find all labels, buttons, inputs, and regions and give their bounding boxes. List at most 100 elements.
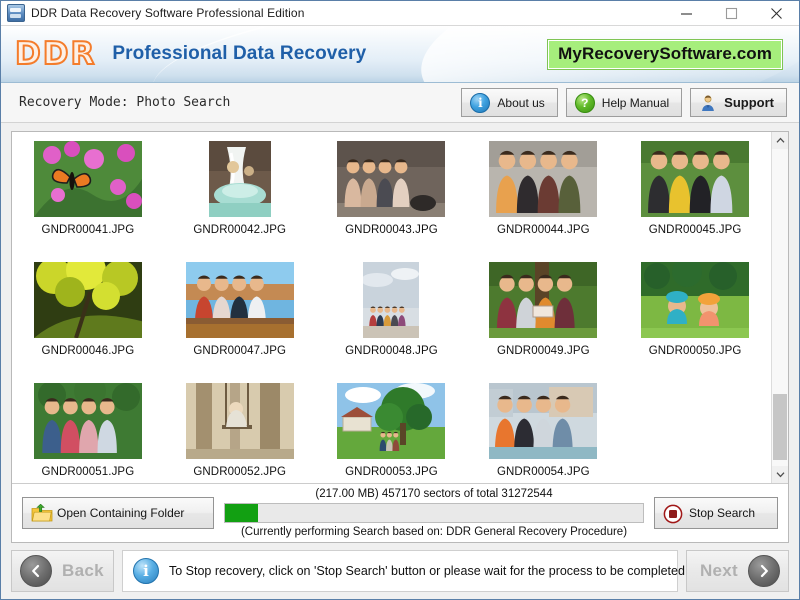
stop-record-icon: [663, 504, 681, 522]
file-thumbnail[interactable]: [336, 382, 446, 460]
file-thumbnail[interactable]: [488, 140, 598, 218]
file-name-label: GNDR00044.JPG: [497, 224, 590, 236]
status-message-box: i To Stop recovery, click on 'Stop Searc…: [122, 550, 678, 592]
file-item[interactable]: GNDR00042.JPG: [164, 136, 316, 257]
help-manual-label: Help Manual: [602, 96, 669, 110]
file-thumbnail[interactable]: [336, 261, 446, 339]
maximize-button[interactable]: [709, 1, 754, 26]
current-procedure-text: (Currently performing Search based on: D…: [241, 526, 627, 538]
file-name-label: GNDR00045.JPG: [649, 224, 742, 236]
file-name-label: GNDR00053.JPG: [345, 466, 438, 478]
wizard-footer: Back i To Stop recovery, click on 'Stop …: [1, 543, 799, 599]
status-message: To Stop recovery, click on 'Stop Search'…: [169, 564, 688, 578]
file-grid-wrapper: GNDR00041.JPG GNDR00042.JPG GNDR00043.JP…: [12, 132, 788, 484]
file-name-label: GNDR00050.JPG: [649, 345, 742, 357]
scroll-thumb[interactable]: [773, 394, 787, 460]
sectors-progress-text: (217.00 MB) 457170 sectors of total 3127…: [315, 488, 552, 500]
file-item[interactable]: GNDR00043.JPG: [316, 136, 468, 257]
ddr-app-icon: [7, 4, 25, 22]
file-name-label: GNDR00054.JPG: [497, 466, 590, 478]
vertical-scrollbar[interactable]: [771, 132, 788, 483]
recovery-mode-bar: Recovery Mode: Photo Search i About us ?…: [1, 83, 799, 123]
file-name-label: GNDR00049.JPG: [497, 345, 590, 357]
question-icon: ?: [575, 93, 595, 113]
file-item[interactable]: GNDR00045.JPG: [619, 136, 771, 257]
file-thumbnail[interactable]: [185, 261, 295, 339]
file-name-label: GNDR00052.JPG: [193, 466, 286, 478]
file-item[interactable]: GNDR00041.JPG: [12, 136, 164, 257]
scroll-up-button[interactable]: [772, 132, 788, 149]
file-item[interactable]: GNDR00049.JPG: [467, 257, 619, 378]
file-item[interactable]: GNDR00047.JPG: [164, 257, 316, 378]
folder-up-icon: [31, 504, 49, 522]
ddr-logo: DDR: [15, 39, 96, 70]
file-item[interactable]: GNDR00048.JPG: [316, 257, 468, 378]
file-item[interactable]: GNDR00051.JPG: [12, 378, 164, 483]
title-bar: DDR Data Recovery Software Professional …: [1, 1, 799, 26]
file-thumbnail[interactable]: [185, 140, 295, 218]
file-name-label: GNDR00051.JPG: [42, 466, 135, 478]
file-thumbnail[interactable]: [33, 261, 143, 339]
window-controls: [664, 1, 799, 26]
chevron-right-circle-icon: [748, 555, 780, 587]
info-icon: i: [133, 558, 159, 584]
open-containing-folder-label: Open Containing Folder: [57, 506, 184, 520]
status-strip: Open Containing Folder (217.00 MB) 45717…: [12, 484, 788, 542]
file-thumbnail[interactable]: [640, 140, 750, 218]
about-us-label: About us: [497, 96, 544, 110]
support-label: Support: [724, 95, 774, 110]
file-name-label: GNDR00041.JPG: [42, 224, 135, 236]
stop-search-button[interactable]: Stop Search: [654, 497, 778, 529]
next-label: Next: [700, 561, 738, 581]
stop-search-label: Stop Search: [689, 506, 755, 520]
file-item[interactable]: GNDR00054.JPG: [467, 378, 619, 483]
support-button[interactable]: Support: [690, 88, 787, 117]
file-item[interactable]: GNDR00046.JPG: [12, 257, 164, 378]
minimize-button[interactable]: [664, 1, 709, 26]
scroll-down-button[interactable]: [772, 466, 788, 483]
file-item[interactable]: GNDR00053.JPG: [316, 378, 468, 483]
back-button[interactable]: Back: [11, 550, 114, 592]
next-button[interactable]: Next: [686, 550, 789, 592]
file-name-label: GNDR00047.JPG: [193, 345, 286, 357]
file-thumbnail[interactable]: [640, 261, 750, 339]
person-support-icon: [699, 94, 717, 112]
info-icon: i: [470, 93, 490, 113]
about-us-button[interactable]: i About us: [461, 88, 557, 117]
brand-banner: DDR Professional Data Recovery MyRecover…: [1, 26, 799, 83]
file-thumbnail[interactable]: [488, 382, 598, 460]
search-progress-fill: [225, 504, 258, 522]
file-item[interactable]: GNDR00044.JPG: [467, 136, 619, 257]
chevron-left-circle-icon: [20, 555, 52, 587]
file-thumbnail[interactable]: [185, 382, 295, 460]
window-title: DDR Data Recovery Software Professional …: [31, 6, 304, 20]
toolbar-buttons: i About us ? Help Manual Support: [461, 88, 787, 117]
chevron-down-icon: [776, 471, 785, 478]
close-button[interactable]: [754, 1, 799, 26]
maximize-icon: [725, 7, 738, 20]
file-thumbnail[interactable]: [33, 382, 143, 460]
open-containing-folder-button[interactable]: Open Containing Folder: [22, 497, 214, 529]
file-thumbnail[interactable]: [336, 140, 446, 218]
recovery-mode-label: Recovery Mode: Photo Search: [19, 95, 230, 110]
website-badge[interactable]: MyRecoverySoftware.com: [547, 39, 783, 70]
file-name-label: GNDR00048.JPG: [345, 345, 438, 357]
app-window: DDR Data Recovery Software Professional …: [0, 0, 800, 600]
brand-tagline: Professional Data Recovery: [112, 43, 366, 65]
back-label: Back: [62, 561, 104, 581]
scroll-track[interactable]: [772, 149, 788, 466]
file-item[interactable]: GNDR00050.JPG: [619, 257, 771, 378]
results-panel: GNDR00041.JPG GNDR00042.JPG GNDR00043.JP…: [11, 131, 789, 543]
file-thumbnail[interactable]: [33, 140, 143, 218]
close-icon: [770, 7, 783, 20]
file-item[interactable]: GNDR00052.JPG: [164, 378, 316, 483]
search-progress-bar: [224, 503, 644, 523]
file-grid[interactable]: GNDR00041.JPG GNDR00042.JPG GNDR00043.JP…: [12, 132, 771, 483]
chevron-up-icon: [776, 137, 785, 144]
minimize-icon: [680, 7, 693, 20]
progress-area: (217.00 MB) 457170 sectors of total 3127…: [224, 488, 644, 538]
help-manual-button[interactable]: ? Help Manual: [566, 88, 682, 117]
file-name-label: GNDR00042.JPG: [193, 224, 286, 236]
file-thumbnail[interactable]: [488, 261, 598, 339]
file-name-label: GNDR00046.JPG: [42, 345, 135, 357]
